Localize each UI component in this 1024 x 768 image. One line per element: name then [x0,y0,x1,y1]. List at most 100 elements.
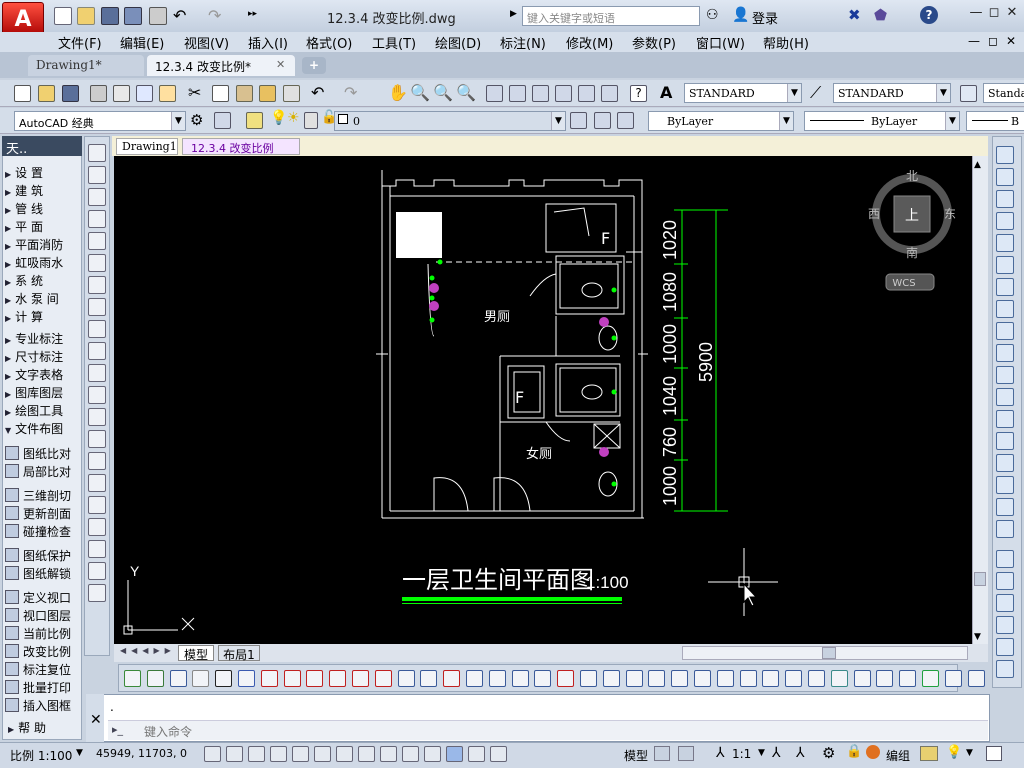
tangent-tool-icon[interactable] [146,670,164,687]
command-input-row[interactable] [108,720,988,740]
tangent-tool-icon[interactable] [215,670,233,687]
lightbulb-icon[interactable]: 💡 [270,110,287,126]
polygon-icon[interactable] [88,232,106,250]
workspace-icon[interactable] [214,112,231,129]
annotation-visibility-icon[interactable]: ⅄ [772,745,781,761]
tangent-tool-icon[interactable] [922,670,939,687]
selection-cycling-toggle[interactable] [490,746,507,762]
isolate-lightbulb-icon[interactable]: 💡 [946,745,962,760]
help-icon[interactable]: ? [630,85,647,102]
save-icon[interactable] [62,85,79,102]
insert-block-icon[interactable] [88,408,106,426]
quick-properties-toggle[interactable] [468,746,485,762]
plot-icon[interactable] [90,85,107,102]
drawing-tab-drawing1[interactable]: Drawing1 [116,138,178,155]
table-style-select[interactable]: Standa [983,83,1024,103]
undo-icon[interactable]: ↶ [311,83,324,102]
markup-icon[interactable] [578,85,595,102]
block-editor-icon[interactable] [283,85,300,102]
ray-icon[interactable] [88,166,106,184]
layer-5-icon[interactable] [996,638,1014,656]
model-tab[interactable]: 模型 [178,645,214,662]
lineweight-toggle[interactable] [424,746,441,762]
minimize-button[interactable]: — [968,5,984,21]
close-command-line-icon[interactable]: ✕ [90,712,102,728]
panel-tool-item[interactable]: 图纸保护 [5,547,81,565]
tangent-tool-icon[interactable] [124,670,141,687]
panel-menu-item[interactable]: ▶ 文字表格 [5,366,81,384]
blend-icon[interactable] [996,498,1014,516]
offset-icon[interactable] [996,212,1014,230]
tangent-tool-icon[interactable] [625,670,643,687]
ellipse-icon[interactable] [88,364,106,382]
layout1-tab[interactable]: 布局1 [218,645,260,662]
panel-menu-item[interactable]: ▶ 水 泵 间 [5,290,81,308]
hscroll-thumb[interactable] [822,647,836,659]
chevron-down-icon[interactable]: ▼ [945,112,959,130]
dim-style-select[interactable]: STANDARD ▼ [833,83,951,103]
menu-draw[interactable]: 绘图(D) [435,33,481,52]
panel-tool-item[interactable]: 视口图层 [5,607,81,625]
3d-object-snap-toggle[interactable] [336,746,353,762]
panel-tool-item[interactable]: 三维剖切 [5,487,81,505]
scroll-down-icon[interactable]: ▼ [974,632,981,642]
menu-help[interactable]: 帮助(H) [763,33,809,52]
tangent-tool-icon[interactable] [716,670,734,687]
layer-3-icon[interactable] [996,594,1014,612]
layer-2-icon[interactable] [996,572,1014,590]
panel-tool-item[interactable]: 图纸解锁 [5,565,81,583]
workspace-select[interactable]: AutoCAD 经典 ▼ [14,111,186,131]
sun-icon[interactable]: ☀ [287,110,300,126]
region-icon[interactable] [88,518,106,536]
extend-icon[interactable] [996,366,1014,384]
panel-tool-item[interactable]: 局部比对 [5,463,81,481]
panel-tool-item[interactable]: 批量打印 [5,679,81,697]
mirror-icon[interactable] [996,190,1014,208]
command-input[interactable]: 键入命令 [144,723,192,740]
rotate-icon[interactable] [996,278,1014,296]
panel-tool-item[interactable]: 碰撞检查 [5,523,81,541]
tangent-tool-icon[interactable] [260,670,278,687]
toolbar-lock-icon[interactable]: 🔒 [846,744,862,759]
3d-dwf-icon[interactable] [159,85,176,102]
annotation-scale-value[interactable]: 1:1 [732,747,751,761]
snap-mode-toggle[interactable] [226,746,243,762]
arc-icon[interactable] [88,276,106,294]
break-at-point-icon[interactable] [996,388,1014,406]
redo-icon[interactable]: ↷ [344,83,357,102]
search-arrow-icon[interactable]: ▶ [510,9,517,19]
panel-menu-item[interactable]: ▼ 文件布图 [5,420,81,438]
pan-icon[interactable]: ✋ [388,83,408,102]
lineweight-select[interactable]: B [966,111,1024,131]
model-space-button[interactable]: 模型 [624,747,648,764]
tangent-tool-icon[interactable] [557,670,575,687]
dynamic-input-toggle[interactable] [402,746,419,762]
sheet-set-icon[interactable] [555,85,572,102]
menu-dimension[interactable]: 标注(N) [500,33,546,52]
cut-icon[interactable]: ✂ [188,83,201,102]
construction-line-icon[interactable] [88,188,106,206]
panel-menu-item[interactable]: ▶ 绘图工具 [5,402,81,420]
paste-icon[interactable] [236,85,253,102]
zoom-realtime-icon[interactable]: 🔍 [410,83,430,102]
tangent-tool-icon[interactable] [397,670,415,687]
chamfer-icon[interactable] [996,454,1014,472]
make-block-icon[interactable] [88,430,106,448]
tangent-tool-icon[interactable] [169,670,187,687]
spline-icon[interactable] [88,342,106,360]
tangent-tool-icon[interactable] [944,670,962,687]
tangent-tool-icon[interactable] [785,670,803,687]
tangent-tool-icon[interactable] [488,670,506,687]
tangent-tool-icon[interactable] [967,670,985,687]
gradient-icon[interactable] [88,496,106,514]
layer-state-icon[interactable] [617,112,634,129]
workspace-settings-icon[interactable]: ⚙ [190,111,203,129]
auto-scale-icon[interactable]: ⅄ [796,745,805,761]
menu-insert[interactable]: 插入(I) [248,33,288,52]
save-icon[interactable] [101,7,119,25]
menu-edit[interactable]: 编辑(E) [120,33,164,52]
publish-icon[interactable] [136,85,153,102]
menu-parameters[interactable]: 参数(P) [632,33,676,52]
a360-icon[interactable]: ⬟ [874,6,887,24]
panel-tool-item[interactable]: 更新剖面 [5,505,81,523]
